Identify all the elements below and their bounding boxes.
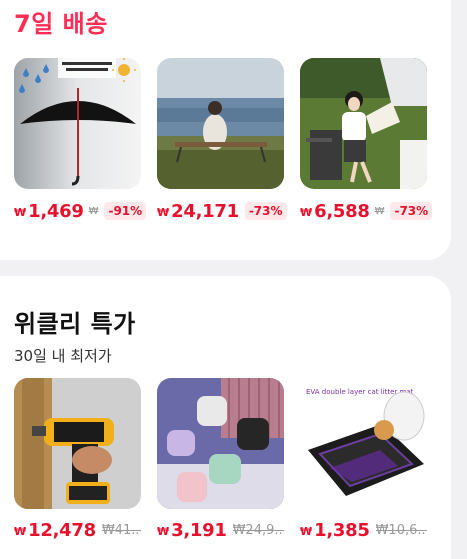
litter-mat-image: EVA double layer cat litter mat [300,378,427,509]
currency-symbol: ₩ [14,206,27,219]
section-title-weekly[interactable]: 위클리 특가 [14,304,136,339]
product-image-earbuds[interactable] [157,378,284,509]
product-price-row[interactable]: ₩ 12,478 ₩41... [14,518,141,542]
product-price-row[interactable]: ₩ 6,588 ₩ -73% [300,199,433,223]
section-title-delivery[interactable]: 7일 배송 [14,4,108,39]
product-image-litter-mat[interactable]: EVA double layer cat litter mat [300,378,427,509]
drill-image [14,378,141,509]
product-image-umbrella[interactable] [14,58,141,189]
product-image-camping-chair[interactable] [300,58,427,189]
currency-symbol: ₩ [300,206,313,219]
umbrella-image [14,58,141,189]
currency-symbol: ₩ [157,525,170,538]
original-price: ₩10,6... [375,522,427,538]
sale-price: 1,469 [28,200,84,222]
original-price: ₩41... [101,522,141,538]
product-image-drill[interactable] [14,378,141,509]
currency-symbol: ₩ [300,525,313,538]
seaside-chair-image [157,58,284,189]
sale-price: 6,588 [314,200,370,222]
original-price-truncated: ₩ [374,205,385,217]
sale-price: 1,385 [314,519,370,541]
product-price-row[interactable]: ₩ 24,171 -73% [157,199,287,223]
product-price-row[interactable]: ₩ 1,385 ₩10,6... [300,518,427,542]
product-price-row[interactable]: ₩ 3,191 ₩24,9... [157,518,284,542]
earbuds-image [157,378,284,509]
product-image-seaside-chair[interactable] [157,58,284,189]
currency-symbol: ₩ [157,206,170,219]
sale-price: 24,171 [171,200,239,222]
original-price-truncated: ₩ [88,205,99,217]
original-price: ₩24,9... [232,522,284,538]
discount-badge: -73% [390,202,433,220]
discount-badge: -91% [104,202,147,220]
camping-chair-image [300,58,427,189]
sale-price: 12,478 [28,519,96,541]
section-subtitle: 30일 내 최저가 [14,347,112,365]
product-price-row[interactable]: ₩ 1,469 ₩ -91% [14,199,147,223]
discount-badge: -73% [244,202,287,220]
sale-price: 3,191 [171,519,227,541]
currency-symbol: ₩ [14,525,27,538]
